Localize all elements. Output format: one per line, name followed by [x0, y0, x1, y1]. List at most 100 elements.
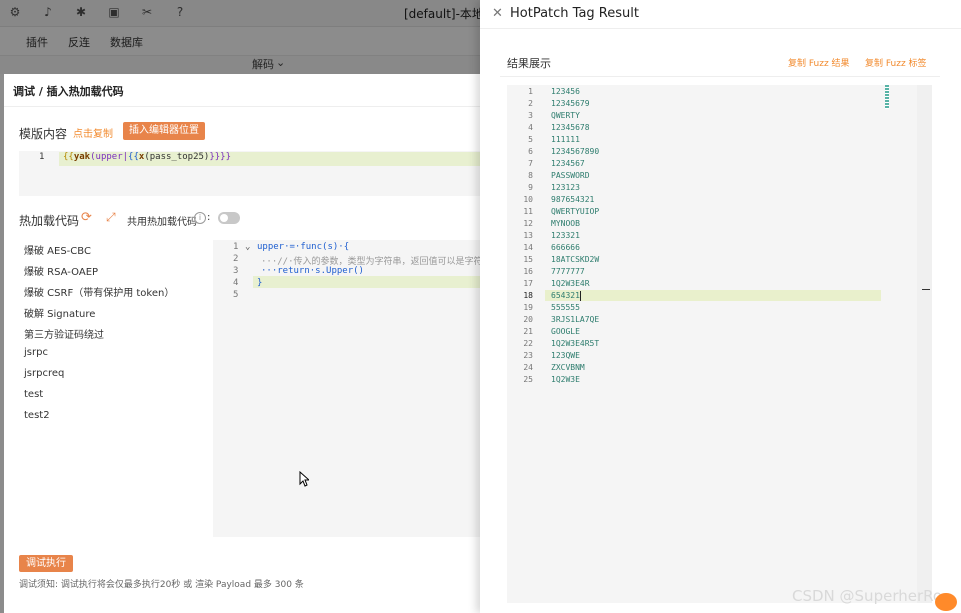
- line-number: 5: [233, 290, 239, 300]
- divider: [500, 76, 940, 77]
- line-number: 14: [523, 243, 533, 252]
- hotload-code-editor[interactable]: 1 ⌄ upper·=·func(s)·{ 2 ···//·传入的参数，类型为字…: [213, 240, 483, 537]
- line-number: 24: [523, 363, 533, 372]
- insert-editor-button[interactable]: 插入编辑器位置: [123, 122, 205, 140]
- result-line: QWERTYUIOP: [551, 207, 600, 216]
- result-line: 111111: [551, 135, 580, 144]
- inner-open-braces: {{: [128, 152, 139, 162]
- line-number: 8: [528, 171, 533, 180]
- text-caret: [580, 291, 581, 301]
- run-debug-button[interactable]: 调试执行: [19, 555, 73, 572]
- scroll-position-marker: [922, 289, 930, 290]
- result-line: 987654321: [551, 195, 595, 204]
- template-item[interactable]: test: [24, 389, 43, 400]
- copy-fuzz-tag-button[interactable]: 复制 Fuzz 标签: [865, 56, 927, 69]
- line-number: 1: [233, 242, 239, 252]
- result-line: QWERTY: [551, 111, 580, 120]
- code-line: upper·=·func(s)·{: [257, 242, 350, 252]
- result-line: 1234567: [551, 159, 585, 168]
- line-number: 20: [523, 315, 533, 324]
- template-item[interactable]: 爆破 AES-CBC: [24, 242, 91, 257]
- share-hotload-toggle[interactable]: [218, 212, 240, 224]
- template-code: {{yak(upper|{{x(pass_top25)}}}}: [63, 152, 231, 162]
- line-number: 15: [523, 255, 533, 264]
- colon: :: [207, 212, 211, 223]
- result-line: 3RJS1LA7QE: [551, 315, 600, 324]
- template-item[interactable]: 爆破 RSA-OAEP: [24, 263, 98, 278]
- line-number: 10: [523, 195, 533, 204]
- line-number: 9: [528, 183, 533, 192]
- template-item[interactable]: 破解 Signature: [24, 305, 95, 320]
- line-number: 16: [523, 267, 533, 276]
- inner-tag-args: (pass_top25): [144, 152, 210, 162]
- result-line: MYNOOB: [551, 219, 580, 228]
- panel-title: 调试 / 插入热加载代码: [13, 85, 124, 98]
- template-item[interactable]: test2: [24, 410, 50, 421]
- current-line-highlight: [253, 276, 482, 288]
- close-icon[interactable]: ✕: [492, 6, 503, 21]
- line-number: 25: [523, 375, 533, 384]
- current-line-highlight: [545, 290, 881, 301]
- line-number: 1: [39, 152, 45, 162]
- result-line: 1Q2W3E4R5T: [551, 339, 600, 348]
- open-braces: {{: [63, 152, 74, 162]
- line-number: 13: [523, 231, 533, 240]
- hotpatch-result-drawer: ✕ HotPatch Tag Result 结果展示 复制 Fuzz 结果 复制…: [480, 0, 961, 613]
- result-title: 结果展示: [507, 57, 551, 70]
- line-number: 23: [523, 351, 533, 360]
- result-line: 666666: [551, 243, 580, 252]
- mascot-icon: [935, 593, 957, 611]
- template-item[interactable]: 第三方验证码绕过: [24, 326, 104, 341]
- watermark: CSDN @SuperherRo: [792, 587, 943, 605]
- line-number: 1: [528, 87, 533, 96]
- line-number: 3: [528, 111, 533, 120]
- line-number: 19: [523, 303, 533, 312]
- divider: [480, 28, 961, 29]
- expand-icon[interactable]: ⤢: [106, 210, 116, 225]
- result-line: 1234567890: [551, 147, 600, 156]
- close-braces: }}}}: [209, 152, 232, 162]
- line-number: 3: [233, 266, 239, 276]
- line-number: 4: [528, 123, 533, 132]
- tag-name: yak: [73, 152, 91, 162]
- template-item[interactable]: jsrpcreq: [24, 368, 64, 379]
- result-line: 1Q2W3E4R: [551, 279, 590, 288]
- fold-icon[interactable]: ⌄: [245, 242, 250, 252]
- info-icon[interactable]: i: [194, 212, 206, 224]
- line-number: 12: [523, 219, 533, 228]
- tag-args: (upper|: [90, 152, 129, 162]
- debug-panel: 调试 / 插入热加载代码 模版内容 点击复制 插入编辑器位置 1 {{yak(u…: [4, 74, 483, 613]
- code-line: ···return·s.Upper(): [261, 266, 364, 276]
- result-line: 7777777: [551, 267, 585, 276]
- result-line: 123123: [551, 183, 580, 192]
- scrollbar[interactable]: [917, 85, 932, 603]
- line-number: 4: [233, 278, 239, 288]
- line-number: 21: [523, 327, 533, 336]
- hotload-label: 热加载代码: [19, 214, 80, 228]
- result-line: ZXCVBNM: [551, 363, 585, 372]
- template-editor[interactable]: 1 {{yak(upper|{{x(pass_top25)}}}}: [19, 151, 482, 196]
- line-number: 17: [523, 279, 533, 288]
- divider: [4, 106, 482, 107]
- minimap[interactable]: [885, 85, 889, 109]
- result-line: 12345679: [551, 99, 590, 108]
- line-number: 2: [528, 99, 533, 108]
- refresh-icon[interactable]: ⟳: [81, 210, 92, 225]
- line-number: 5: [528, 135, 533, 144]
- code-line: }: [257, 278, 263, 288]
- template-item[interactable]: jsrpc: [24, 347, 48, 358]
- copy-fuzz-result-button[interactable]: 复制 Fuzz 结果: [788, 56, 850, 69]
- mouse-cursor-icon: [299, 471, 309, 487]
- copy-template-link[interactable]: 点击复制: [73, 125, 113, 140]
- result-line: 123321: [551, 231, 580, 240]
- result-line: 555555: [551, 303, 580, 312]
- result-editor[interactable]: 1 123456 2 12345679 3 QWERTY 4 1234567 8 5 111111 6…: [507, 85, 932, 603]
- line-number: 6: [528, 147, 533, 156]
- line-number: 2: [233, 254, 239, 264]
- result-line: 18ATCSKD2W: [551, 255, 600, 264]
- share-hotload-label: 共用热加载代码: [127, 217, 197, 228]
- result-line: 654321: [551, 291, 580, 300]
- result-line: 123456: [551, 87, 580, 96]
- result-line: PASSWORD: [551, 171, 590, 180]
- template-item[interactable]: 爆破 CSRF（带有保护用 token）: [24, 284, 174, 299]
